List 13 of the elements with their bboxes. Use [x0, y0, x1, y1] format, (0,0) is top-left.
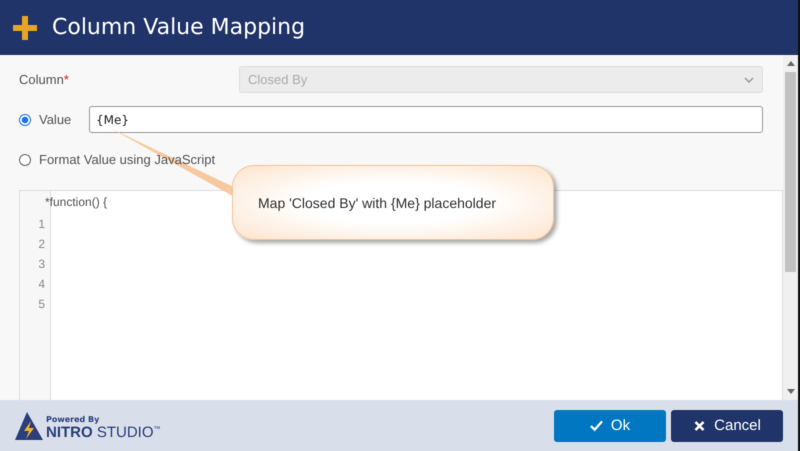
window-title: Column Value Mapping — [52, 15, 306, 40]
line-number: 1 — [38, 217, 46, 233]
code-line: *function() { — [45, 195, 108, 209]
brand-name: NITRO STUDIO$^{™}$ — [46, 424, 161, 440]
powered-by-text: Powered By — [46, 414, 100, 424]
option-label: Format Value using JavaScript — [39, 152, 216, 167]
line-number: 3 — [38, 257, 46, 273]
line-number: 2 — [38, 237, 46, 253]
column-label: Column* — [19, 72, 70, 87]
option-label: Value — [39, 112, 72, 127]
callout-tooltip: Map 'Closed By' with {Me} placeholder — [232, 165, 554, 240]
line-number: 5 — [38, 297, 46, 313]
line-number: 4 — [38, 277, 46, 293]
